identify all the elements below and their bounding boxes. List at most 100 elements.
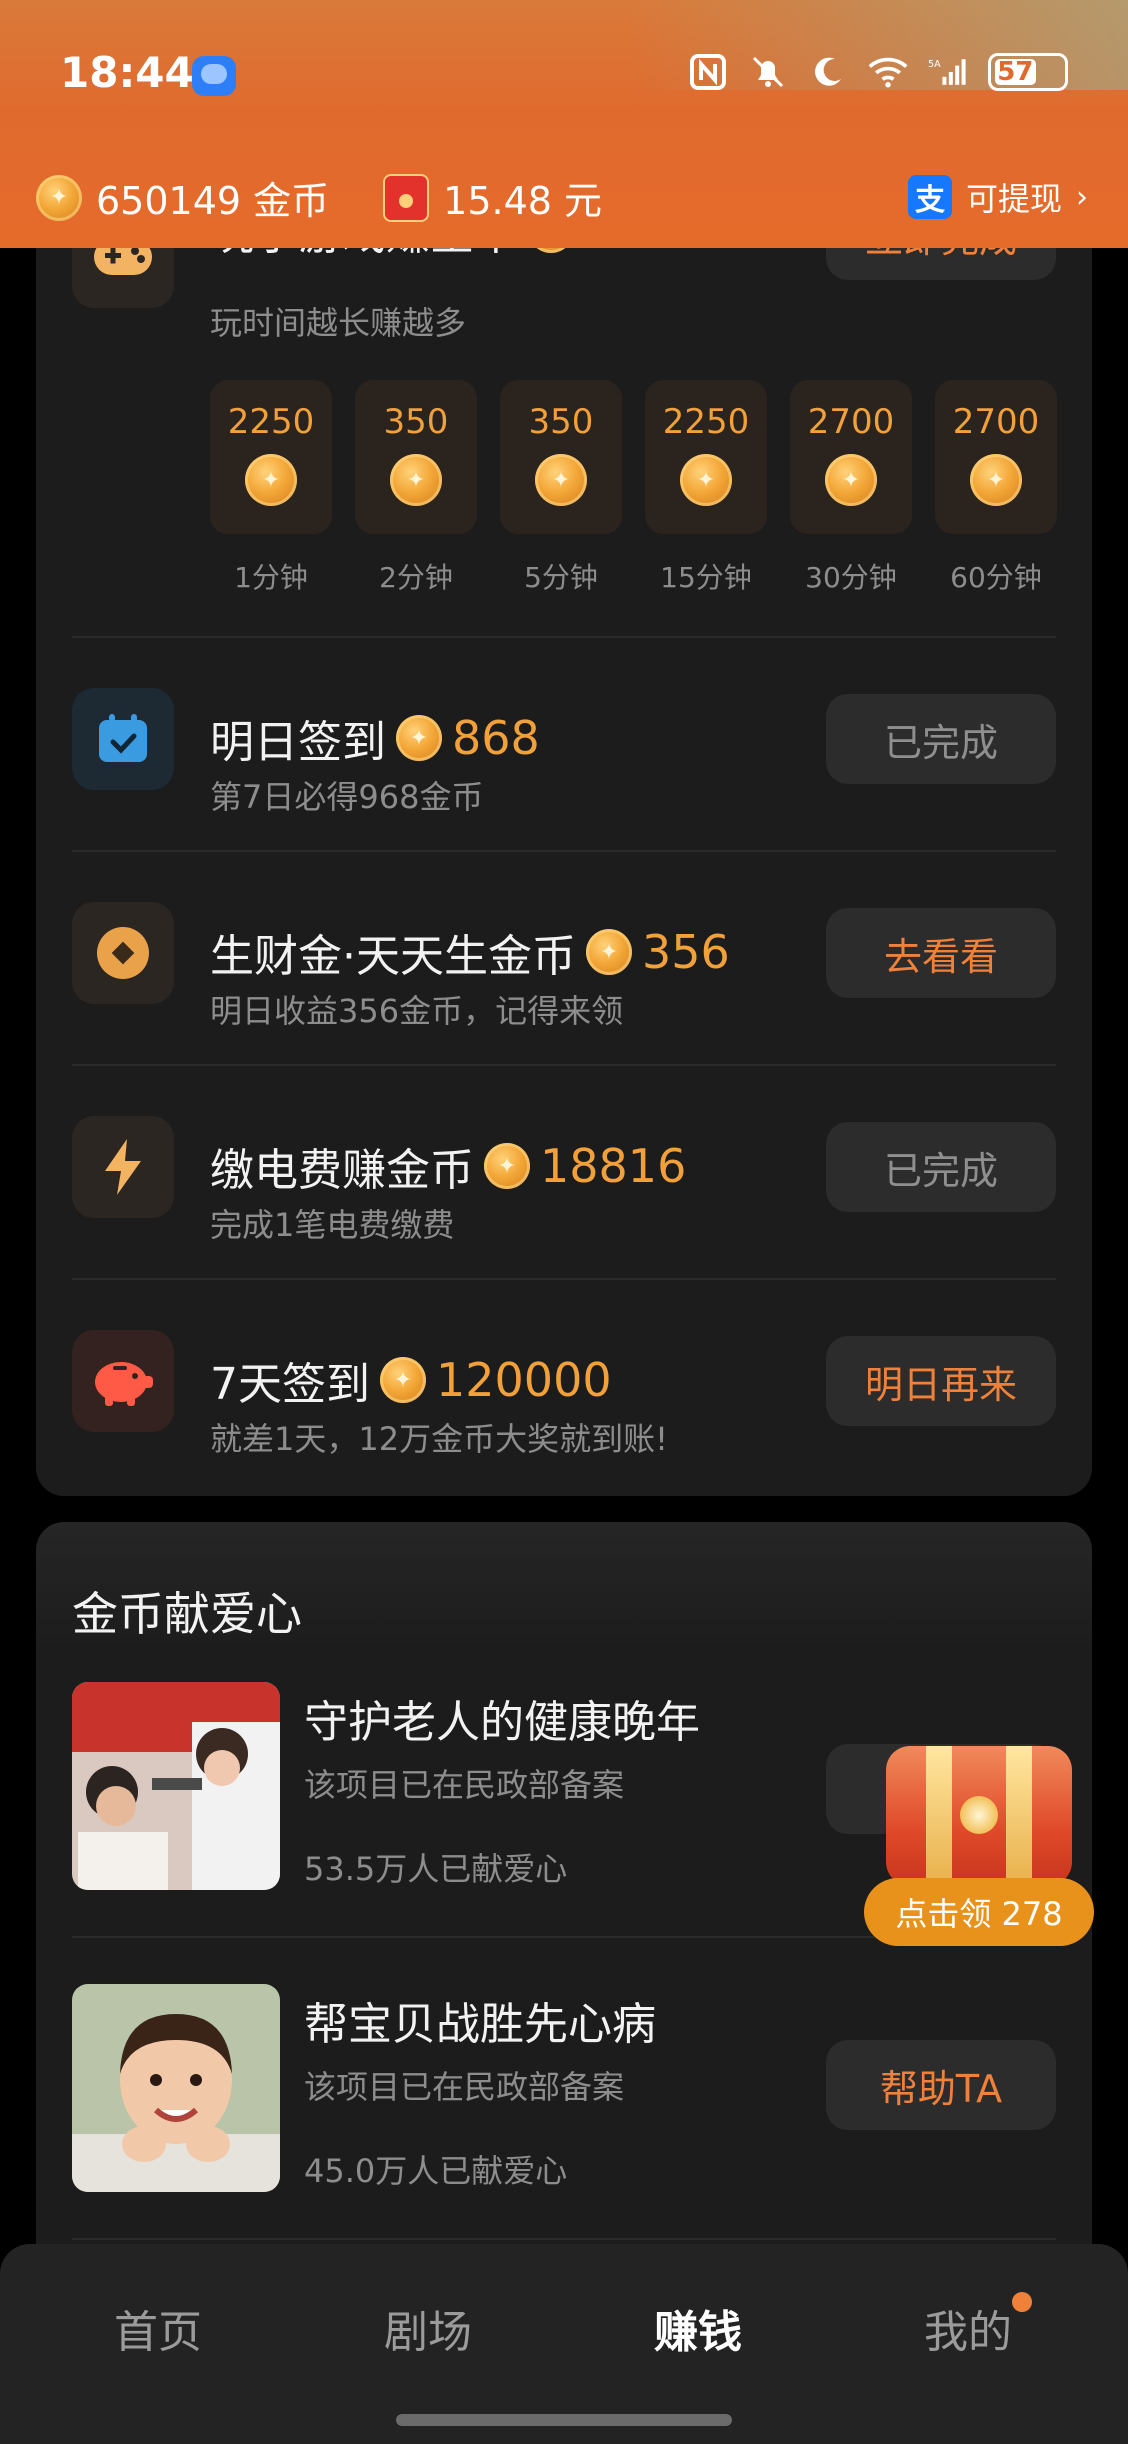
task-title-text: 明日签到: [210, 717, 386, 768]
nfc-icon: [688, 52, 728, 92]
cash-balance: 15.48 元: [443, 179, 603, 223]
milestone-value: 2250: [662, 402, 750, 442]
coin-icon: [680, 454, 732, 506]
milestone-value: 2700: [807, 402, 895, 442]
task-title: 7天签到 120000: [210, 1348, 612, 1412]
coin-icon: [390, 454, 442, 506]
calendar-icon: [72, 688, 174, 790]
treasure-chest[interactable]: 点击领 278: [864, 1738, 1094, 1958]
child-image: [72, 1984, 280, 2192]
milestone-time: 60分钟: [950, 561, 1042, 594]
nav-mine[interactable]: 我的: [868, 2296, 1068, 2360]
coin-icon: [586, 929, 632, 975]
coin-icon: [245, 454, 297, 506]
completed-button[interactable]: 已完成: [826, 694, 1056, 784]
milestone-time: 15分钟: [660, 561, 752, 594]
divider: [72, 636, 1056, 638]
task-title-text: 生财金·天天生金币: [210, 931, 576, 982]
coin-icon: [484, 1143, 530, 1189]
divider: [72, 850, 1056, 852]
task-reward: 356: [642, 925, 730, 979]
battery-level: 57: [995, 57, 1036, 87]
milestone-item[interactable]: 2250 15分钟: [645, 380, 767, 596]
go-look-button[interactable]: 去看看: [826, 908, 1056, 998]
nav-home[interactable]: 首页: [58, 2296, 258, 2360]
home-indicator[interactable]: [396, 2414, 732, 2426]
header: 18:44 5A 57 650149 金币 15.48: [0, 0, 1128, 248]
task-reward: 18816: [540, 1139, 687, 1193]
milestone-item[interactable]: 2700 60分钟: [935, 380, 1057, 596]
milestone-item[interactable]: 350 5分钟: [500, 380, 622, 596]
claim-chest-button[interactable]: 点击领 278: [864, 1878, 1094, 1946]
charity-item-title: 守护老人的健康晚年: [304, 1697, 700, 1748]
divider: [72, 1064, 1056, 1066]
coin-icon: [380, 1357, 426, 1403]
gold-coin-icon: [72, 902, 174, 1004]
signal-5g-icon: 5A: [928, 52, 968, 92]
task-title: 生财金·天天生金币 356: [210, 920, 730, 984]
alipay-icon: 支: [907, 175, 952, 219]
balance-group: 650149 金币 15.48 元: [36, 170, 602, 225]
charity-title: 金币献爱心: [72, 1587, 302, 1641]
coin-icon: [36, 174, 82, 221]
mute-bell-icon: [748, 52, 788, 92]
task-subtitle: 完成1笔电费缴费: [210, 1206, 455, 1244]
charity-item-subtitle: 该项目已在民政部备案: [304, 1766, 625, 1804]
chevron-right-icon: ›: [1076, 179, 1088, 215]
coin-balance-bar: 650149 金币 15.48 元 支 可提现 ›: [0, 162, 1128, 232]
charity-item-title: 帮宝贝战胜先心病: [304, 1999, 656, 2050]
withdraw-link[interactable]: 支 可提现 ›: [907, 174, 1088, 220]
charity-item-count: 53.5万人已献爱心: [304, 1850, 568, 1888]
task-reward: 120000: [436, 1353, 612, 1407]
message-icon: [192, 56, 236, 96]
milestone-value: 2250: [227, 402, 315, 442]
task-title-text: 7天签到: [210, 1359, 370, 1410]
task-subtitle: 第7日必得968金币: [210, 778, 484, 816]
divider: [72, 2238, 1056, 2240]
milestone-time: 30分钟: [805, 561, 897, 594]
task-title: 缴电费赚金币 18816: [210, 1134, 686, 1198]
nav-earn[interactable]: 赚钱: [598, 2296, 798, 2360]
chest-band: [926, 1746, 952, 1886]
bottom-nav: 首页 剧场 赚钱 我的: [0, 2244, 1128, 2444]
milestone-value: 2700: [952, 402, 1040, 442]
milestone-time: 2分钟: [379, 561, 453, 594]
withdraw-label: 可提现: [965, 180, 1062, 218]
task-subtitle: 就差1天，12万金币大奖就到账!: [210, 1420, 668, 1458]
milestone-item[interactable]: 350 2分钟: [355, 380, 477, 596]
coin-icon: [825, 454, 877, 506]
come-tomorrow-button[interactable]: 明日再来: [826, 1336, 1056, 1426]
status-time: 18:44: [60, 48, 194, 97]
battery-icon: 57: [988, 53, 1068, 91]
task-card: 玩小游戏赚金币 10600 玩时间越长赚越多 立即完成 22501分钟 3502…: [36, 190, 1092, 1496]
status-bar: 18:44 5A 57: [0, 0, 1128, 150]
elderly-care-image: [72, 1682, 280, 1890]
moon-icon: [808, 52, 848, 92]
milestone-time: 1分钟: [234, 561, 308, 594]
system-icons: 5A 57: [688, 52, 1068, 92]
wifi-icon: [868, 52, 908, 92]
nav-theater[interactable]: 剧场: [328, 2296, 528, 2360]
game-milestones: 22501分钟 3502分钟 3505分钟 225015分钟 270030分钟 …: [210, 380, 1057, 596]
piggy-bank-icon: [72, 1330, 174, 1432]
red-envelope-icon: [383, 173, 430, 222]
divider: [72, 1278, 1056, 1280]
coin-icon: [970, 454, 1022, 506]
task-reward: 868: [452, 711, 540, 765]
coin-balance: 650149 金币: [96, 179, 330, 223]
charity-item-count: 45.0万人已献爱心: [304, 2152, 568, 2190]
milestone-item[interactable]: 2250 1分钟: [210, 380, 332, 596]
lightning-icon: [72, 1116, 174, 1218]
milestone-value: 350: [383, 402, 449, 442]
milestone-time: 5分钟: [524, 561, 598, 594]
help-button[interactable]: 帮助TA: [826, 2040, 1056, 2130]
completed-button[interactable]: 已完成: [826, 1122, 1056, 1212]
task-subtitle: 玩时间越长赚越多: [210, 304, 467, 342]
svg-text:5A: 5A: [928, 59, 941, 70]
task-subtitle: 明日收益356金币，记得来领: [210, 992, 624, 1030]
chest-lock-icon: [960, 1796, 998, 1834]
charity-item-subtitle: 该项目已在民政部备案: [304, 2068, 625, 2106]
task-title-text: 缴电费赚金币: [210, 1145, 474, 1196]
milestone-item[interactable]: 2700 30分钟: [790, 380, 912, 596]
milestone-value: 350: [528, 402, 594, 442]
